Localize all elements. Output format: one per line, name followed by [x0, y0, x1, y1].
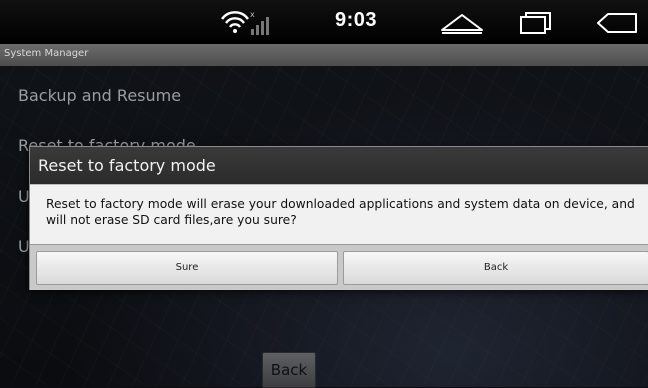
dialog-message: Reset to factory mode will erase your do…: [46, 197, 635, 227]
clock: 9:03: [335, 9, 378, 31]
dialog-title: Reset to factory mode: [38, 156, 216, 175]
back-nav-icon[interactable]: [592, 10, 642, 36]
dialog-back-button[interactable]: Back: [343, 251, 648, 285]
home-icon[interactable]: [437, 10, 487, 36]
sure-button[interactable]: Sure: [36, 251, 338, 285]
signal-icon: x: [250, 10, 269, 35]
dialog-title-bar: Reset to factory mode: [30, 147, 648, 184]
dialog-button-bar: Sure Back: [30, 244, 648, 290]
dialog-body: Reset to factory mode will erase your do…: [30, 184, 648, 245]
menu-item-backup-resume[interactable]: Backup and Resume: [18, 86, 181, 105]
svg-text:x: x: [250, 10, 255, 19]
menu-item-4[interactable]: U: [18, 237, 30, 256]
recent-apps-icon[interactable]: [512, 10, 562, 36]
status-icons: x: [218, 9, 278, 37]
back-button[interactable]: Back: [262, 352, 316, 388]
app-title-bar: System Manager: [0, 44, 648, 66]
reset-dialog: Reset to factory mode Reset to factory m…: [29, 146, 648, 290]
status-bar: x 9:03: [0, 0, 648, 44]
menu-item-3[interactable]: U: [18, 187, 30, 206]
app-title: System Manager: [4, 48, 89, 59]
wifi-icon: x: [221, 10, 269, 35]
